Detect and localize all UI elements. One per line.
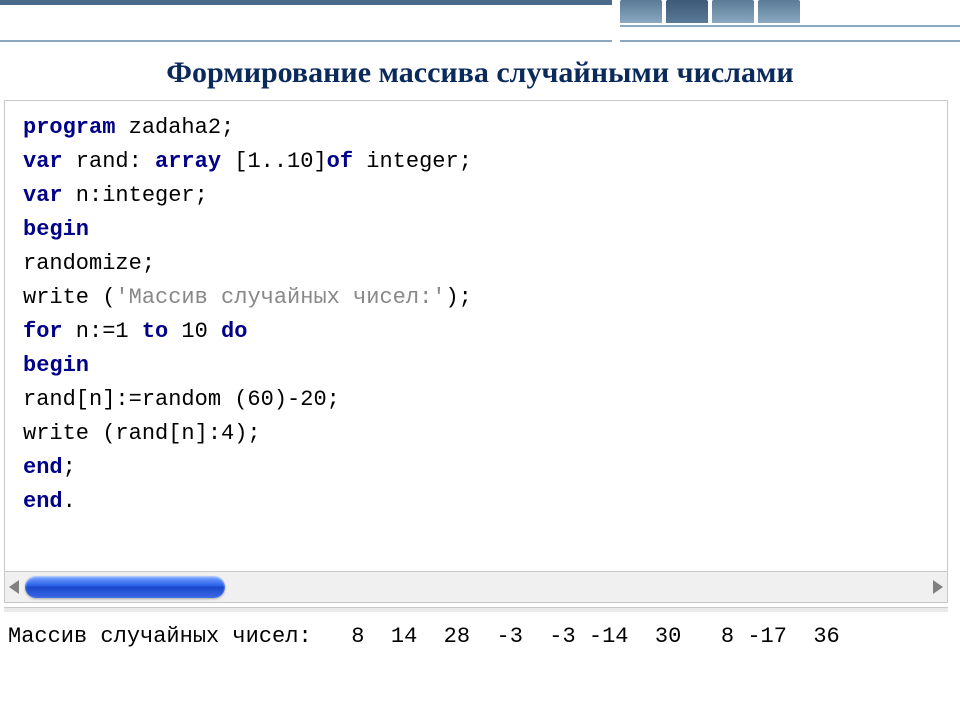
code-text: n:=1 — [63, 319, 142, 344]
code-text: zadaha2; — [115, 115, 234, 140]
program-output: Массив случайных чисел: 8 14 28 -3 -3 -1… — [0, 618, 960, 649]
header-accent-left — [0, 0, 612, 42]
header-tab — [620, 0, 662, 23]
output-separator — [4, 607, 948, 618]
keyword: begin — [23, 353, 89, 378]
keyword: array — [155, 149, 221, 174]
code-editor-panel: program zadaha2; var rand: array [1..10]… — [4, 100, 948, 572]
header-tab — [758, 0, 800, 23]
code-listing: program zadaha2; var rand: array [1..10]… — [5, 101, 947, 529]
keyword: of — [327, 149, 353, 174]
keyword: var — [23, 149, 63, 174]
code-text: write (rand[n]:4); — [23, 421, 261, 446]
code-text: . — [63, 489, 76, 514]
slide-title: Формирование массива случайными числами — [0, 56, 960, 90]
scroll-right-icon[interactable] — [933, 580, 943, 594]
keyword: var — [23, 183, 63, 208]
keyword: to — [142, 319, 168, 344]
keyword: begin — [23, 217, 89, 242]
code-text: ); — [445, 285, 471, 310]
keyword: program — [23, 115, 115, 140]
slide-header — [0, 0, 960, 42]
code-text: ; — [63, 455, 76, 480]
code-text: n:integer; — [63, 183, 208, 208]
output-values: 8 14 28 -3 -3 -14 30 8 -17 36 — [312, 624, 840, 649]
keyword: do — [221, 319, 247, 344]
header-accent-right — [620, 0, 960, 42]
output-label: Массив случайных чисел: — [8, 624, 312, 649]
header-tab — [712, 0, 754, 23]
keyword: end — [23, 455, 63, 480]
code-text: randomize; — [23, 251, 155, 276]
code-text: integer; — [353, 149, 472, 174]
keyword: for — [23, 319, 63, 344]
code-text: 10 — [168, 319, 221, 344]
header-accent-line — [620, 25, 960, 42]
code-text: rand: — [63, 149, 155, 174]
header-tab — [666, 0, 708, 23]
scroll-thumb[interactable] — [25, 576, 225, 598]
scroll-left-icon[interactable] — [9, 580, 19, 594]
keyword: end — [23, 489, 63, 514]
code-text: write ( — [23, 285, 115, 310]
horizontal-scrollbar[interactable] — [4, 572, 948, 603]
string-literal: 'Массив случайных чисел:' — [115, 285, 445, 310]
code-text: [1..10] — [221, 149, 327, 174]
code-text: rand[n]:=random (60)-20; — [23, 387, 340, 412]
header-tabs — [620, 0, 960, 23]
